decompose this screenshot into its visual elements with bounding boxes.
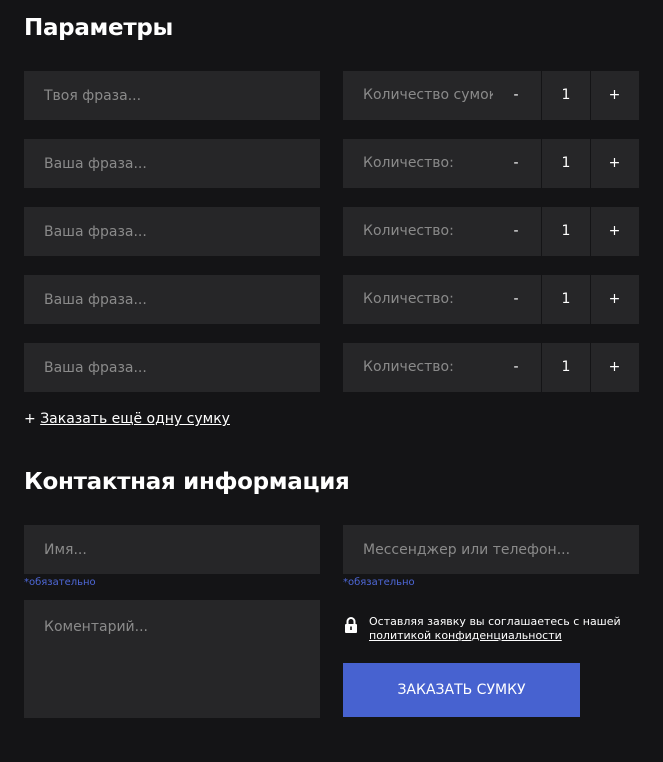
- quantity-value[interactable]: 1: [541, 275, 591, 324]
- quantity-label: Количество:: [363, 359, 454, 375]
- increment-button[interactable]: +: [590, 207, 639, 256]
- increment-button[interactable]: +: [590, 139, 639, 188]
- contact-title: Контактная информация: [24, 469, 350, 495]
- quantity-value[interactable]: 1: [541, 71, 591, 120]
- quantity-label: Количество сумок:: [363, 87, 493, 103]
- order-bag-button[interactable]: Заказать сумку: [343, 663, 580, 717]
- quantity-label: Количество:: [363, 291, 454, 307]
- phrase-input-2[interactable]: Ваша фраза...: [24, 139, 320, 188]
- name-input[interactable]: Имя...: [24, 525, 320, 574]
- quantity-stepper-3[interactable]: Количество: - 1 +: [343, 207, 639, 256]
- decrement-button[interactable]: -: [493, 139, 539, 188]
- add-another-bag-link[interactable]: Заказать ещё одну сумку: [40, 411, 230, 427]
- lock-icon: [345, 617, 357, 633]
- quantity-stepper-5[interactable]: Количество: - 1 +: [343, 343, 639, 392]
- increment-button[interactable]: +: [590, 275, 639, 324]
- phrase-input-1[interactable]: Твоя фраза...: [24, 71, 320, 120]
- privacy-notice: Оставляя заявку вы соглашаетесь с нашей …: [369, 615, 621, 643]
- decrement-button[interactable]: -: [493, 207, 539, 256]
- add-prefix: +: [24, 411, 36, 427]
- decrement-button[interactable]: -: [493, 275, 539, 324]
- quantity-label: Количество:: [363, 155, 454, 171]
- increment-button[interactable]: +: [590, 71, 639, 120]
- decrement-button[interactable]: -: [493, 343, 539, 392]
- add-another-bag: + Заказать ещё одну сумку: [24, 411, 230, 427]
- privacy-policy-link[interactable]: политикой конфиденциальности: [369, 629, 562, 642]
- phrase-input-3[interactable]: Ваша фраза...: [24, 207, 320, 256]
- comment-textarea[interactable]: Коментарий...: [24, 600, 320, 718]
- increment-button[interactable]: +: [590, 343, 639, 392]
- quantity-value[interactable]: 1: [541, 343, 591, 392]
- quantity-label: Количество:: [363, 223, 454, 239]
- required-note-contact: *обязательно: [343, 577, 415, 588]
- quantity-stepper-1[interactable]: Количество сумок: - 1 +: [343, 71, 639, 120]
- quantity-value[interactable]: 1: [541, 139, 591, 188]
- quantity-stepper-4[interactable]: Количество: - 1 +: [343, 275, 639, 324]
- decrement-button[interactable]: -: [493, 71, 539, 120]
- quantity-stepper-2[interactable]: Количество: - 1 +: [343, 139, 639, 188]
- contact-input[interactable]: Мессенджер или телефон...: [343, 525, 639, 574]
- quantity-value[interactable]: 1: [541, 207, 591, 256]
- required-note-name: *обязательно: [24, 577, 96, 588]
- privacy-text: Оставляя заявку вы соглашаетесь с нашей: [369, 615, 621, 628]
- params-title: Параметры: [24, 15, 174, 41]
- phrase-input-5[interactable]: Ваша фраза...: [24, 343, 320, 392]
- phrase-input-4[interactable]: Ваша фраза...: [24, 275, 320, 324]
